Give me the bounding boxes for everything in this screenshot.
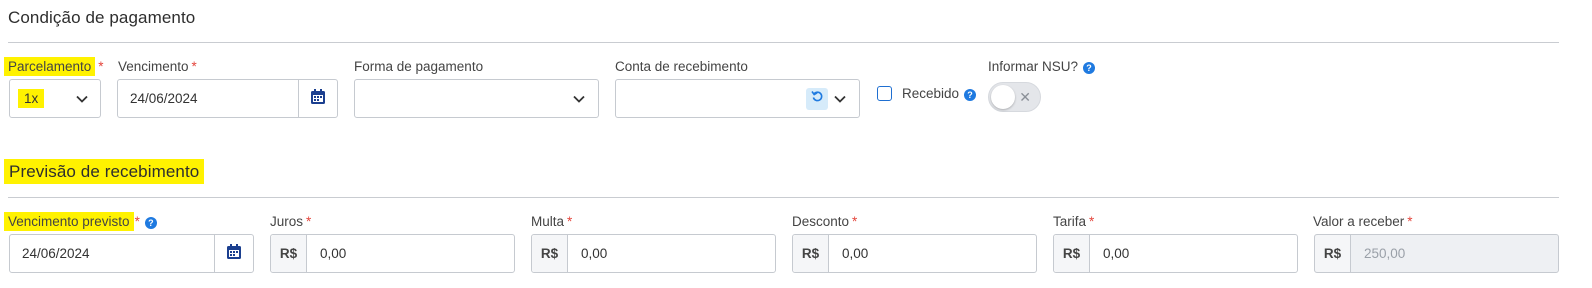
informar-nsu-label: Informar NSU?? (988, 59, 1096, 74)
vencimento-label: Vencimento * (118, 59, 197, 74)
toggle-knob (991, 85, 1015, 109)
parcelamento-select[interactable]: 1x (9, 79, 101, 118)
currency-prefix: R$ (1315, 235, 1351, 272)
vencimento-previsto-label: Vencimento previsto *? (4, 212, 157, 231)
parcelamento-label: Parcelamento * (4, 57, 104, 76)
question-icon: ? (144, 217, 157, 229)
forma-pagamento-select[interactable] (354, 79, 599, 118)
divider (8, 197, 1559, 198)
close-icon: ✕ (1019, 89, 1031, 105)
desconto-label: Desconto * (792, 214, 858, 229)
parcelamento-value: 1x (18, 89, 45, 108)
conta-recebimento-label: Conta de recebimento (615, 59, 748, 74)
vencimento-calendar-button[interactable] (298, 80, 337, 117)
refresh-icon (810, 90, 824, 108)
desconto-input[interactable]: R$ 0,00 (792, 234, 1037, 273)
currency-prefix: R$ (532, 235, 568, 272)
currency-prefix: R$ (271, 235, 307, 272)
chevron-down-icon (75, 92, 89, 106)
currency-prefix: R$ (1054, 235, 1090, 272)
vencimento-value: 24/06/2024 (130, 91, 198, 106)
vencimento-previsto-value: 24/06/2024 (22, 246, 90, 261)
tarifa-label: Tarifa * (1053, 214, 1095, 229)
vencimento-date-input[interactable]: 24/06/2024 (117, 79, 338, 118)
calendar-icon (311, 88, 325, 109)
section-title-previsao: Previsão de recebimento (4, 159, 205, 184)
section-title-condicao: Condição de pagamento (8, 8, 196, 27)
multa-label: Multa * (531, 214, 573, 229)
calendar-icon (227, 243, 241, 264)
valor-a-receber-value: 250,00 (1364, 246, 1406, 261)
forma-pagamento-label: Forma de pagamento (354, 59, 484, 74)
valor-a-receber-input: R$ 250,00 (1314, 234, 1559, 273)
vencimento-previsto-calendar-button[interactable] (214, 235, 253, 272)
question-icon: ? (1083, 62, 1096, 74)
recebido-checkbox[interactable] (877, 86, 892, 101)
juros-value: 0,00 (320, 246, 347, 261)
chevron-down-icon (572, 92, 586, 106)
tarifa-value: 0,00 (1103, 246, 1130, 261)
question-icon: ? (964, 89, 977, 101)
juros-label: Juros * (270, 214, 312, 229)
vencimento-previsto-date-input[interactable]: 24/06/2024 (9, 234, 254, 273)
conta-recebimento-select[interactable] (615, 79, 860, 118)
multa-value: 0,00 (581, 246, 608, 261)
currency-prefix: R$ (793, 235, 829, 272)
informar-nsu-toggle[interactable]: ✕ (988, 82, 1041, 112)
juros-input[interactable]: R$ 0,00 (270, 234, 515, 273)
multa-input[interactable]: R$ 0,00 (531, 234, 776, 273)
desconto-value: 0,00 (842, 246, 869, 261)
valor-a-receber-label: Valor a receber * (1313, 214, 1413, 229)
tarifa-input[interactable]: R$ 0,00 (1053, 234, 1298, 273)
refresh-button[interactable] (806, 88, 828, 110)
recebido-label: Recebido? (902, 86, 977, 101)
divider (8, 42, 1559, 43)
chevron-down-icon (833, 92, 847, 106)
